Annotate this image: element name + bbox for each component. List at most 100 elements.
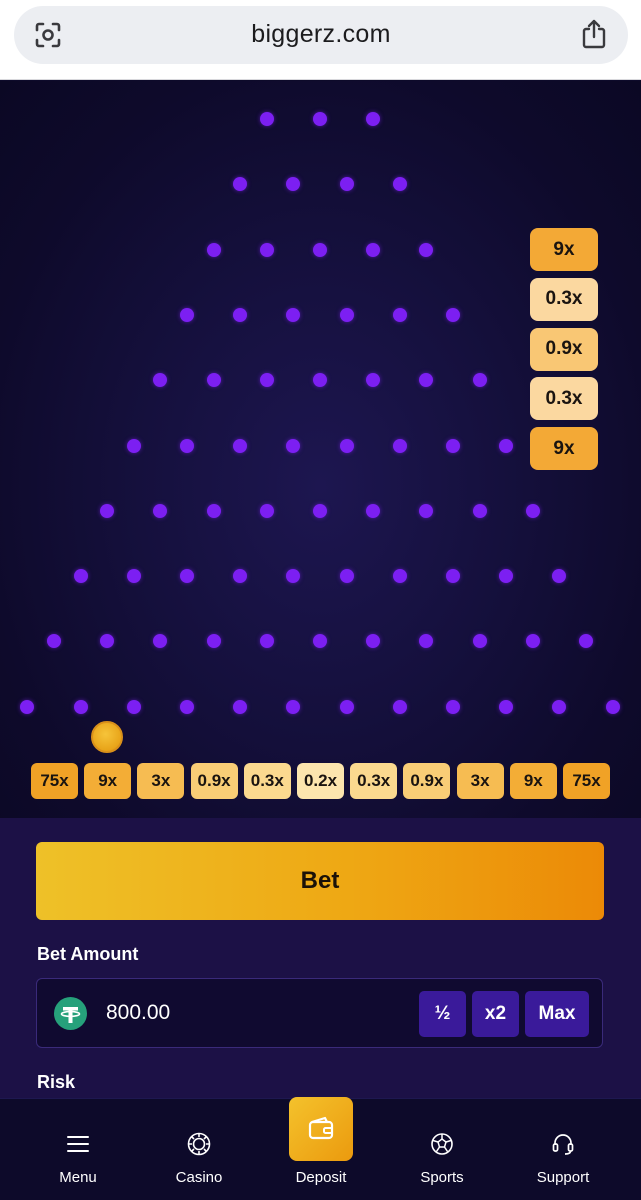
peg bbox=[392, 438, 407, 453]
peg bbox=[153, 634, 168, 649]
peg bbox=[286, 307, 301, 322]
peg bbox=[206, 373, 221, 388]
url-text[interactable]: biggerz.com bbox=[14, 20, 628, 49]
browser-bar: biggerz.com bbox=[0, 0, 641, 80]
peg bbox=[313, 503, 327, 518]
nav-casino-label: Casino bbox=[175, 1169, 223, 1186]
peg bbox=[366, 242, 381, 257]
recent-result: 0.9x bbox=[530, 327, 598, 371]
tether-icon bbox=[54, 997, 87, 1030]
nav-casino[interactable]: Casino bbox=[144, 1099, 254, 1200]
peg bbox=[366, 112, 381, 126]
plinko-ball bbox=[91, 721, 123, 753]
peg bbox=[525, 634, 540, 649]
peg bbox=[392, 307, 407, 322]
nav-sports-label: Sports bbox=[420, 1169, 464, 1186]
peg bbox=[233, 699, 248, 714]
peg bbox=[206, 634, 221, 649]
half-bet-button[interactable]: ½ bbox=[419, 991, 466, 1037]
peg bbox=[233, 307, 248, 322]
recent-result: 0.3x bbox=[530, 377, 598, 421]
bet-amount-label: Bet Amount bbox=[37, 944, 139, 964]
multiplier-bin: 9x bbox=[509, 763, 557, 799]
peg bbox=[499, 438, 514, 453]
nav-support[interactable]: Support bbox=[508, 1099, 618, 1200]
peg bbox=[419, 503, 434, 518]
multiplier-bin: 75x bbox=[563, 763, 610, 799]
nav-menu[interactable]: Menu bbox=[23, 1099, 133, 1200]
bet-amount-input[interactable]: 800.00 ½ x2 Max bbox=[36, 978, 603, 1048]
risk-label: Risk bbox=[37, 1072, 76, 1092]
peg bbox=[206, 242, 221, 257]
peg bbox=[605, 699, 620, 714]
peg bbox=[313, 373, 327, 388]
peg bbox=[472, 373, 487, 388]
peg bbox=[180, 307, 194, 322]
peg bbox=[180, 438, 194, 453]
peg bbox=[419, 373, 434, 388]
bottom-nav: Menu Casino Deposit Sports Support bbox=[0, 1097, 641, 1200]
peg bbox=[366, 373, 381, 388]
peg bbox=[339, 438, 354, 453]
peg bbox=[126, 438, 141, 453]
peg bbox=[233, 569, 248, 584]
peg bbox=[313, 112, 327, 126]
peg bbox=[126, 569, 141, 584]
recent-result: 0.3x bbox=[530, 277, 598, 321]
peg bbox=[100, 634, 115, 649]
peg bbox=[392, 177, 407, 192]
multiplier-bin: 0.9x bbox=[190, 763, 238, 799]
multiplier-bin: 0.2x bbox=[297, 763, 344, 799]
share-icon[interactable] bbox=[580, 18, 608, 50]
peg bbox=[499, 699, 514, 714]
peg bbox=[339, 569, 354, 584]
peg bbox=[233, 438, 248, 453]
recent-result: 9x bbox=[530, 427, 598, 471]
peg bbox=[392, 699, 407, 714]
multiplier-bin: 3x bbox=[137, 763, 185, 799]
peg bbox=[180, 569, 194, 584]
peg bbox=[339, 307, 354, 322]
multiplier-bin: 0.3x bbox=[243, 763, 291, 799]
multiplier-bin: 9x bbox=[84, 763, 132, 799]
peg bbox=[286, 177, 301, 192]
bet-amount-value[interactable]: 800.00 bbox=[106, 1001, 170, 1025]
multiplier-bin: 3x bbox=[456, 763, 504, 799]
peg bbox=[100, 503, 115, 518]
address-bar[interactable]: biggerz.com bbox=[14, 6, 628, 64]
peg bbox=[446, 699, 460, 714]
peg bbox=[153, 503, 168, 518]
peg bbox=[259, 373, 274, 388]
peg bbox=[233, 177, 248, 192]
peg bbox=[286, 438, 301, 453]
peg bbox=[153, 373, 168, 388]
nav-sports[interactable]: Sports bbox=[387, 1099, 497, 1200]
double-bet-button[interactable]: x2 bbox=[472, 991, 519, 1037]
multiplier-bin: 0.9x bbox=[403, 763, 451, 799]
peg bbox=[259, 634, 274, 649]
peg bbox=[206, 503, 221, 518]
max-bet-button[interactable]: Max bbox=[525, 991, 589, 1037]
peg bbox=[552, 699, 567, 714]
peg bbox=[313, 242, 327, 257]
menu-icon bbox=[67, 1136, 89, 1152]
peg bbox=[472, 634, 487, 649]
sports-ball-icon bbox=[431, 1133, 453, 1155]
page: biggerz.com 75x 9x 3x 0.9x 0.3x 0.2x 0.3x 0.9x 3… bbox=[0, 0, 641, 1200]
peg bbox=[286, 699, 301, 714]
peg bbox=[446, 438, 460, 453]
peg bbox=[339, 699, 354, 714]
headset-icon bbox=[552, 1134, 574, 1155]
nav-deposit-label: Deposit bbox=[295, 1169, 347, 1186]
deposit-tile[interactable] bbox=[289, 1097, 353, 1161]
nav-deposit[interactable]: Deposit bbox=[266, 1097, 376, 1200]
plinko-board: 75x 9x 3x 0.9x 0.3x 0.2x 0.3x 0.9x 3x 9x 75x 9x 0.3… bbox=[0, 81, 641, 818]
peg bbox=[339, 177, 354, 192]
nav-support-label: Support bbox=[536, 1169, 590, 1186]
bet-button[interactable]: Bet bbox=[36, 842, 604, 920]
peg bbox=[313, 634, 327, 649]
peg bbox=[259, 503, 274, 518]
peg bbox=[286, 569, 301, 584]
peg bbox=[419, 634, 434, 649]
peg bbox=[579, 634, 593, 649]
